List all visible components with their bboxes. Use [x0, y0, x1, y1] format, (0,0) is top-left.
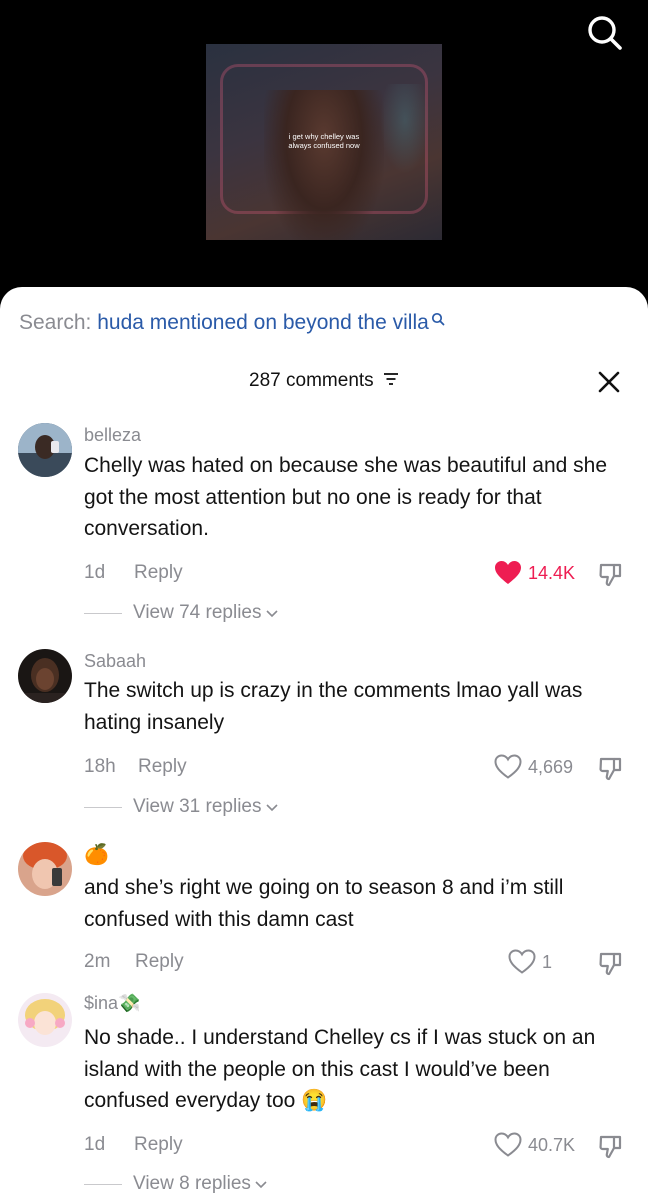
- view-replies-label: View 31 replies: [133, 796, 262, 817]
- dislike-button[interactable]: [598, 1134, 624, 1160]
- comment-username[interactable]: 🍊: [84, 842, 109, 867]
- comment-username[interactable]: Sabaah: [84, 651, 146, 672]
- heart-outline-icon: [508, 949, 536, 974]
- like-count: 40.7K: [528, 1134, 576, 1155]
- like-count: 14.4K: [528, 562, 576, 583]
- comment-time: 2m: [84, 951, 111, 972]
- close-button[interactable]: [596, 369, 622, 395]
- sort-filter-icon[interactable]: [383, 372, 399, 386]
- dislike-button[interactable]: [598, 951, 624, 977]
- view-replies-label: View 8 replies: [133, 1173, 251, 1194]
- search-suggestion[interactable]: Search: huda mentioned on beyond the vil…: [19, 311, 445, 335]
- video-caption: i get why chelley was always confused no…: [206, 132, 442, 150]
- search-term-link[interactable]: huda mentioned on beyond the villa: [97, 311, 429, 334]
- chevron-down-icon: [255, 1181, 267, 1189]
- avatar[interactable]: [18, 842, 72, 896]
- comment-username[interactable]: belleza: [84, 425, 141, 446]
- heart-filled-icon: [495, 561, 521, 584]
- chevron-down-icon: [265, 804, 278, 812]
- comments-header[interactable]: 287 comments: [0, 370, 648, 392]
- video-area: i get why chelley was always confused no…: [0, 0, 648, 300]
- comment-text: The switch up is crazy in the comments l…: [84, 679, 583, 734]
- avatar[interactable]: [18, 993, 72, 1047]
- like-button[interactable]: 40.7K: [494, 1132, 575, 1158]
- thumbs-down-icon: [599, 563, 622, 587]
- chevron-down-icon: [265, 610, 278, 618]
- comment-text: and she’s right we going on to season 8 …: [84, 876, 564, 931]
- comment-time: 1d: [84, 1134, 106, 1155]
- dislike-button[interactable]: [598, 756, 624, 782]
- video-caption-line1: i get why chelley was: [288, 132, 360, 141]
- reply-button[interactable]: Reply: [135, 951, 184, 973]
- search-label: Search:: [19, 311, 92, 334]
- replies-divider: [84, 806, 122, 808]
- like-count: 4,669: [528, 756, 574, 777]
- reply-button[interactable]: Reply: [134, 1134, 183, 1156]
- dislike-button[interactable]: [598, 562, 624, 588]
- comment-text: Chelly was hated on because she was beau…: [84, 454, 608, 540]
- view-replies-label: View 74 replies: [133, 602, 262, 623]
- like-button[interactable]: 4,669: [494, 754, 573, 780]
- reply-button[interactable]: Reply: [134, 562, 183, 584]
- view-replies-button[interactable]: View 8 replies: [84, 1173, 267, 1195]
- comment-time: 18h: [84, 756, 116, 777]
- replies-divider: [84, 612, 122, 614]
- search-button[interactable]: [584, 12, 626, 54]
- thumbs-down-icon: [599, 1135, 622, 1159]
- comment-text: No shade.. I understand Chelley cs if I …: [84, 1026, 596, 1112]
- comment-username[interactable]: $ina💸: [84, 993, 140, 1014]
- avatar[interactable]: [18, 649, 72, 703]
- close-icon: [598, 371, 620, 393]
- video-thumbnail[interactable]: i get why chelley was always confused no…: [206, 44, 442, 240]
- search-icon: [588, 16, 622, 50]
- thumbs-down-icon: [599, 757, 622, 781]
- video-caption-line2: always confused now: [288, 141, 360, 150]
- comments-sheet: Search: huda mentioned on beyond the vil…: [0, 287, 648, 1200]
- reply-button[interactable]: Reply: [138, 756, 187, 778]
- avatar[interactable]: [18, 423, 72, 477]
- view-replies-button[interactable]: View 31 replies: [84, 796, 278, 818]
- small-search-icon: [431, 312, 445, 326]
- thumbs-down-icon: [599, 952, 622, 976]
- view-replies-button[interactable]: View 74 replies: [84, 602, 278, 624]
- video-figure: [264, 90, 384, 240]
- video-palm-tree: [380, 84, 430, 174]
- comment-time: 1d: [84, 562, 106, 583]
- like-count: 1: [542, 951, 553, 972]
- like-button[interactable]: 1: [508, 949, 552, 975]
- heart-outline-icon: [494, 1132, 522, 1157]
- like-button[interactable]: 14.4K: [494, 560, 575, 586]
- replies-divider: [84, 1183, 122, 1185]
- heart-outline-icon: [494, 754, 522, 779]
- comments-count: 287 comments: [249, 370, 374, 391]
